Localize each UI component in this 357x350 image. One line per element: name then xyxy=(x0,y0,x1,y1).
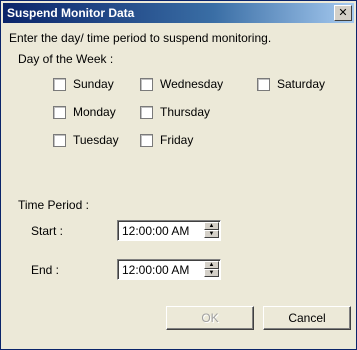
title-bar[interactable]: Suspend Monitor Data ✕ xyxy=(3,3,354,23)
checkbox-box[interactable] xyxy=(140,78,153,91)
checkbox-label: Friday xyxy=(160,133,194,147)
checkbox-label: Monday xyxy=(73,105,116,119)
end-time-value[interactable]: 12:00:00 AM xyxy=(122,263,189,277)
close-icon: ✕ xyxy=(338,7,348,19)
spin-up-icon[interactable]: ▲ xyxy=(204,261,219,269)
spin-down-icon[interactable]: ▼ xyxy=(204,230,219,238)
end-label: End : xyxy=(31,263,60,277)
window-title: Suspend Monitor Data xyxy=(7,6,135,20)
checkbox-label: Saturday xyxy=(277,77,326,91)
end-time-spinner[interactable]: ▲ ▼ xyxy=(204,261,219,278)
checkbox-box[interactable] xyxy=(53,134,66,147)
instructions-text: Enter the day/ time period to suspend mo… xyxy=(9,31,272,45)
checkbox-box[interactable] xyxy=(257,78,270,91)
spin-down-icon[interactable]: ▼ xyxy=(204,269,219,277)
close-button[interactable]: ✕ xyxy=(334,5,352,21)
checkbox-box[interactable] xyxy=(53,78,66,91)
checkbox-label: Wednesday xyxy=(160,77,224,91)
checkbox-box[interactable] xyxy=(53,106,66,119)
ok-button[interactable]: OK xyxy=(166,306,254,330)
checkbox-label: Thursday xyxy=(160,105,211,119)
end-time-picker[interactable]: 12:00:00 AM ▲ ▼ xyxy=(117,259,221,280)
checkbox-box[interactable] xyxy=(140,134,153,147)
start-time-spinner[interactable]: ▲ ▼ xyxy=(204,222,219,239)
start-time-value[interactable]: 12:00:00 AM xyxy=(122,224,189,238)
checkbox-label: Tuesday xyxy=(73,133,119,147)
start-time-picker[interactable]: 12:00:00 AM ▲ ▼ xyxy=(117,220,221,241)
checkbox-label: Sunday xyxy=(73,77,114,91)
checkbox-box[interactable] xyxy=(140,106,153,119)
start-label: Start : xyxy=(31,224,64,238)
suspend-monitor-dialog: Suspend Monitor Data ✕ Enter the day/ ti… xyxy=(0,0,357,350)
cancel-button[interactable]: Cancel xyxy=(263,306,351,330)
spin-up-icon[interactable]: ▲ xyxy=(204,222,219,230)
day-of-week-label: Day of the Week : xyxy=(18,52,114,66)
time-period-label: Time Period : xyxy=(18,198,89,212)
